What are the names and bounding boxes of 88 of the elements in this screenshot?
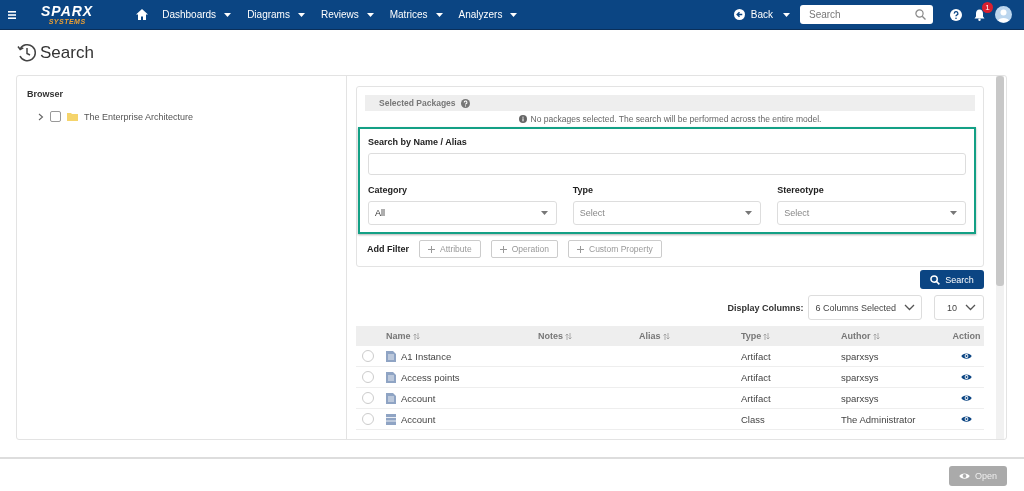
plus-icon (577, 245, 584, 253)
chevron-icon[interactable] (38, 112, 44, 121)
scrollbar[interactable] (996, 76, 1004, 439)
help-icon[interactable] (460, 98, 470, 108)
back-arrow-icon (733, 9, 745, 20)
page-size-dropdown[interactable]: 10 (934, 295, 984, 320)
eye-icon[interactable] (961, 352, 972, 360)
document-icon (386, 371, 396, 383)
dropdown-field[interactable]: All (368, 201, 557, 225)
sort-icon (872, 332, 880, 340)
search-icon (930, 274, 941, 285)
column-header[interactable]: Notes (538, 331, 639, 341)
caret-icon (950, 211, 957, 215)
notification-badge: 1 (982, 1, 993, 13)
plus-icon (499, 245, 507, 253)
caret-icon (510, 12, 518, 17)
caret-icon (745, 211, 753, 215)
document-icon (386, 350, 396, 362)
help-icon[interactable] (950, 8, 962, 21)
chevron-down-icon (904, 304, 915, 311)
field-label: Type (572, 185, 594, 195)
info-message: No packages selected. The search will be performed across the entire model. (530, 114, 822, 124)
field-label: Search by Name / Alias (368, 137, 468, 147)
dropdown-field[interactable]: Select (777, 201, 966, 225)
info-icon (518, 115, 527, 123)
search-icon (915, 9, 926, 20)
chevron-down-icon (965, 304, 976, 311)
section-title: Selected Packages (379, 98, 456, 108)
sort-icon (763, 332, 771, 340)
field-label: Stereotype (777, 185, 825, 195)
home-icon[interactable] (136, 9, 149, 20)
nav-menu[interactable]: Matrices (389, 9, 443, 20)
dropdown-field[interactable]: Select (572, 201, 762, 225)
column-header[interactable]: Alias (639, 331, 741, 341)
search-field[interactable]: Search (800, 5, 933, 24)
column-header[interactable]: Author (841, 331, 949, 341)
folder-icon (67, 112, 78, 121)
display-columns-label: Display Columns: (727, 302, 804, 313)
caret-icon[interactable] (783, 12, 790, 17)
caret-icon (540, 211, 548, 215)
table-cell-text: Artifact (741, 392, 772, 404)
column-header[interactable]: Type (741, 331, 841, 341)
checkbox[interactable] (50, 111, 61, 122)
table-cell: Account (401, 392, 436, 404)
back-button[interactable]: Back (733, 9, 773, 20)
caret-icon (435, 12, 443, 17)
tree-item[interactable]: The Enterprise Architecture (84, 111, 194, 122)
bell-icon[interactable] (974, 8, 985, 21)
table-cell-text: Artifact (741, 371, 772, 383)
name-input-field[interactable] (368, 153, 966, 175)
table-cell: A1 Instance (401, 350, 452, 362)
columns-dropdown[interactable]: 6 Columns Selected (808, 295, 922, 320)
plus-icon (428, 245, 435, 253)
table-cell-text: sparxsys (841, 350, 880, 362)
browser-title: Browser (27, 89, 64, 99)
sort-icon (662, 332, 670, 340)
eye-icon[interactable] (961, 415, 972, 423)
avatar-icon[interactable] (995, 6, 1012, 23)
eye-icon[interactable] (961, 373, 972, 381)
search-button[interactable]: Search (920, 270, 984, 289)
table-cell-text: Artifact (741, 350, 772, 362)
caret-icon (297, 12, 305, 17)
column-header[interactable]: Name (386, 331, 538, 341)
logo-wordmark: SPARX (41, 4, 94, 18)
sort-icon (412, 332, 420, 340)
nav-menu[interactable]: Analyzers (458, 9, 518, 20)
add-filter-label: Add Filter (367, 244, 409, 254)
table-cell-text: Class (741, 413, 766, 425)
nav-menu[interactable]: Diagrams (247, 9, 305, 20)
sort-icon (565, 332, 572, 340)
table-cell-text: sparxsys (841, 371, 880, 383)
caret-icon (224, 12, 232, 17)
table-cell-text: sparxsys (841, 392, 880, 404)
eye-icon[interactable] (961, 394, 972, 402)
caret-icon (366, 12, 374, 17)
eye-icon (959, 472, 970, 480)
page-title: Search (40, 42, 94, 63)
menu-icon[interactable] (8, 10, 16, 19)
class-icon (386, 413, 396, 425)
table-cell: Account (401, 413, 436, 425)
field-label: Category (368, 185, 408, 195)
table-cell: Access points (401, 371, 460, 383)
history-icon (17, 42, 37, 63)
table-cell-text: The Administrator (841, 413, 917, 425)
nav-menu[interactable]: Dashboards (162, 9, 232, 20)
column-header: Action (951, 331, 982, 341)
document-icon (386, 392, 396, 404)
nav-menu[interactable]: Reviews (320, 9, 374, 20)
